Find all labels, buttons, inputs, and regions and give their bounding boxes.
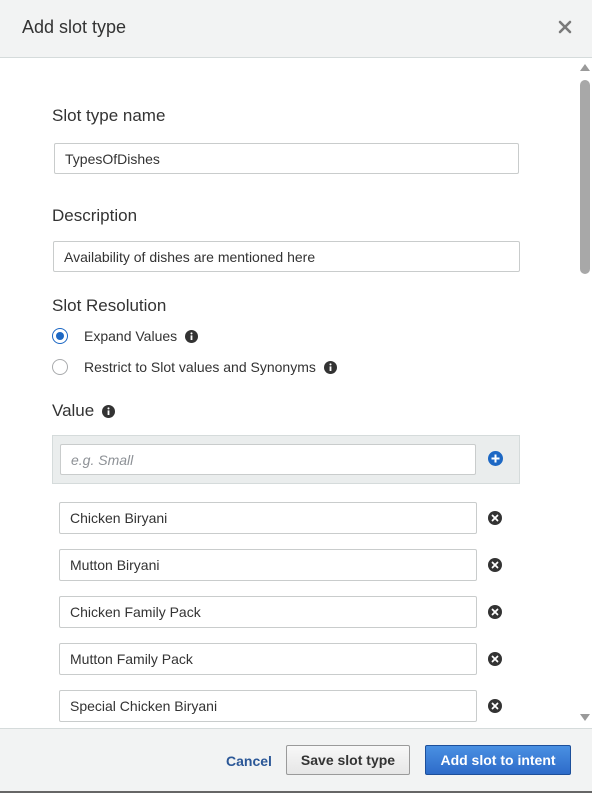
- save-slot-type-button[interactable]: Save slot type: [286, 745, 410, 775]
- value-item-input[interactable]: [59, 502, 477, 534]
- modal-body: Slot type name Description Slot Resoluti…: [0, 58, 576, 728]
- restrict-values-label: Restrict to Slot values and Synonyms: [84, 359, 316, 375]
- scroll-up-arrow-icon[interactable]: [580, 64, 590, 71]
- x-circle-icon[interactable]: [488, 652, 502, 666]
- slot-type-name-label: Slot type name: [52, 106, 166, 125]
- value-item-input[interactable]: [59, 643, 477, 675]
- new-value-input[interactable]: [60, 444, 476, 475]
- close-icon[interactable]: [558, 20, 572, 34]
- resolution-option-expand[interactable]: Expand Values: [52, 326, 199, 346]
- info-icon[interactable]: [102, 404, 116, 418]
- scroll-down-arrow-icon[interactable]: [580, 714, 590, 721]
- x-circle-icon[interactable]: [488, 558, 502, 572]
- value-label: Value: [52, 401, 95, 420]
- value-item-input[interactable]: [59, 690, 477, 722]
- description-input[interactable]: [53, 241, 520, 272]
- x-circle-icon[interactable]: [488, 511, 502, 525]
- slot-type-name-input[interactable]: [54, 143, 519, 174]
- restrict-values-radio[interactable]: [52, 359, 68, 375]
- x-circle-icon[interactable]: [488, 699, 502, 713]
- scrollbar-thumb[interactable]: [580, 80, 590, 274]
- modal-title: Add slot type: [22, 17, 127, 37]
- plus-circle-icon[interactable]: [488, 451, 503, 466]
- slot-resolution-label: Slot Resolution: [52, 296, 167, 315]
- modal-header: Add slot type: [0, 0, 592, 58]
- expand-values-radio[interactable]: [52, 328, 68, 344]
- add-slot-to-intent-button[interactable]: Add slot to intent: [425, 745, 571, 775]
- value-label-row: Value: [52, 401, 116, 421]
- info-icon[interactable]: [185, 329, 199, 343]
- expand-values-label: Expand Values: [84, 328, 178, 344]
- cancel-link[interactable]: Cancel: [226, 753, 272, 769]
- info-icon[interactable]: [323, 360, 337, 374]
- value-item-input[interactable]: [59, 596, 477, 628]
- resolution-option-restrict[interactable]: Restrict to Slot values and Synonyms: [52, 357, 337, 377]
- x-circle-icon[interactable]: [488, 605, 502, 619]
- value-item-input[interactable]: [59, 549, 477, 581]
- modal-footer: Cancel Save slot type Add slot to intent: [0, 728, 592, 791]
- description-label: Description: [52, 206, 138, 225]
